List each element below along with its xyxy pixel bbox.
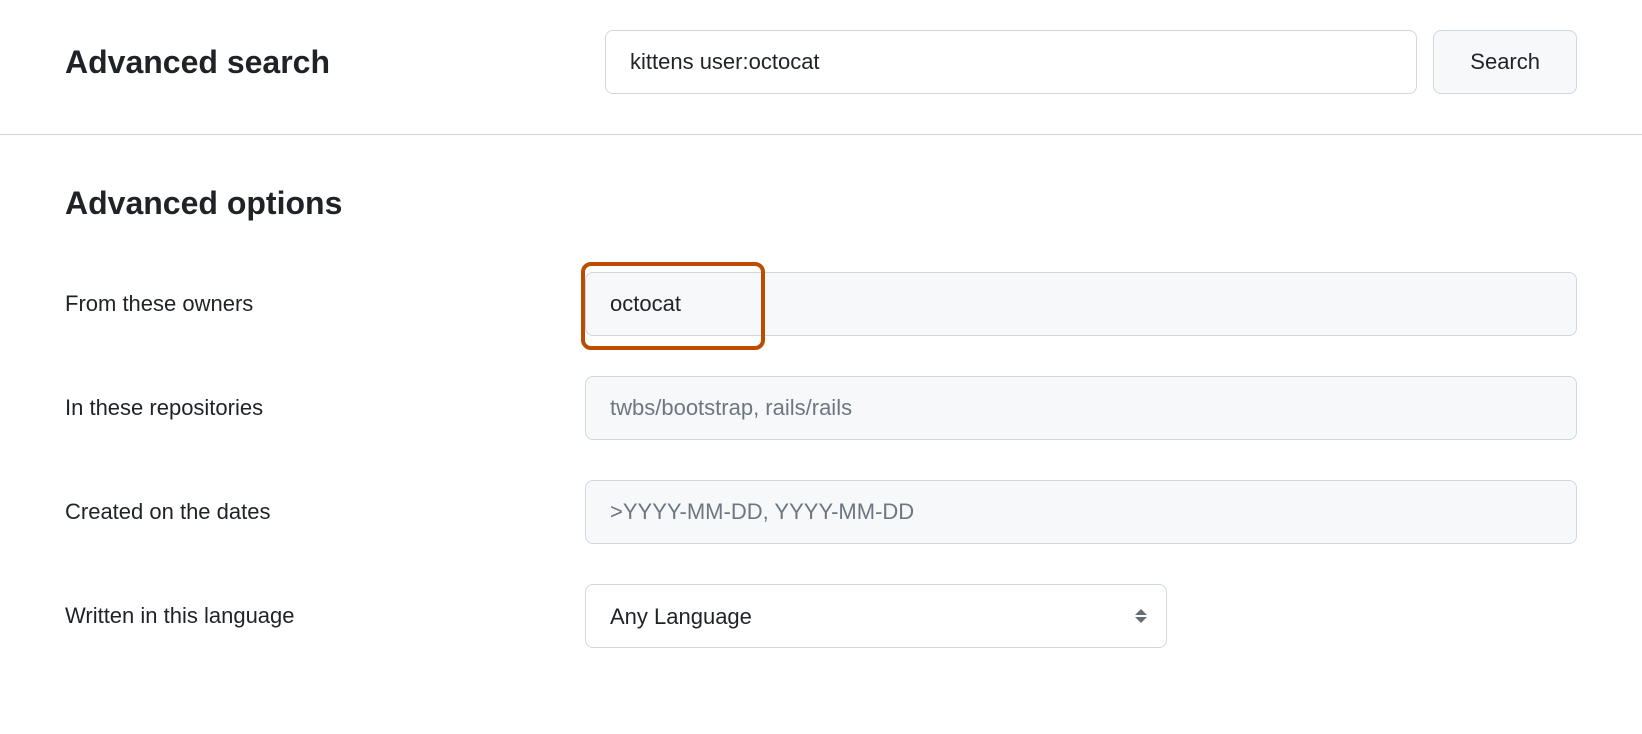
created-row: Created on the dates (65, 480, 1577, 544)
search-button[interactable]: Search (1433, 30, 1577, 94)
repositories-row: In these repositories (65, 376, 1577, 440)
language-label: Written in this language (65, 603, 585, 629)
advanced-options-section: Advanced options From these owners In th… (0, 135, 1642, 718)
owners-row: From these owners (65, 272, 1577, 336)
page-title: Advanced search (65, 44, 585, 81)
repositories-input[interactable] (585, 376, 1577, 440)
repositories-label: In these repositories (65, 395, 585, 421)
created-label: Created on the dates (65, 499, 585, 525)
section-title: Advanced options (65, 185, 1577, 222)
repositories-input-wrapper (585, 376, 1577, 440)
created-input[interactable] (585, 480, 1577, 544)
language-row: Written in this language Any Language (65, 584, 1577, 648)
owners-input[interactable] (585, 272, 1577, 336)
created-input-wrapper (585, 480, 1577, 544)
owners-label: From these owners (65, 291, 585, 317)
search-input-wrapper: Search (605, 30, 1577, 94)
search-input[interactable] (605, 30, 1417, 94)
language-select-wrapper: Any Language (585, 584, 1167, 648)
search-header: Advanced search Search (0, 0, 1642, 135)
language-select[interactable]: Any Language (585, 584, 1167, 648)
owners-input-wrapper (585, 272, 1577, 336)
